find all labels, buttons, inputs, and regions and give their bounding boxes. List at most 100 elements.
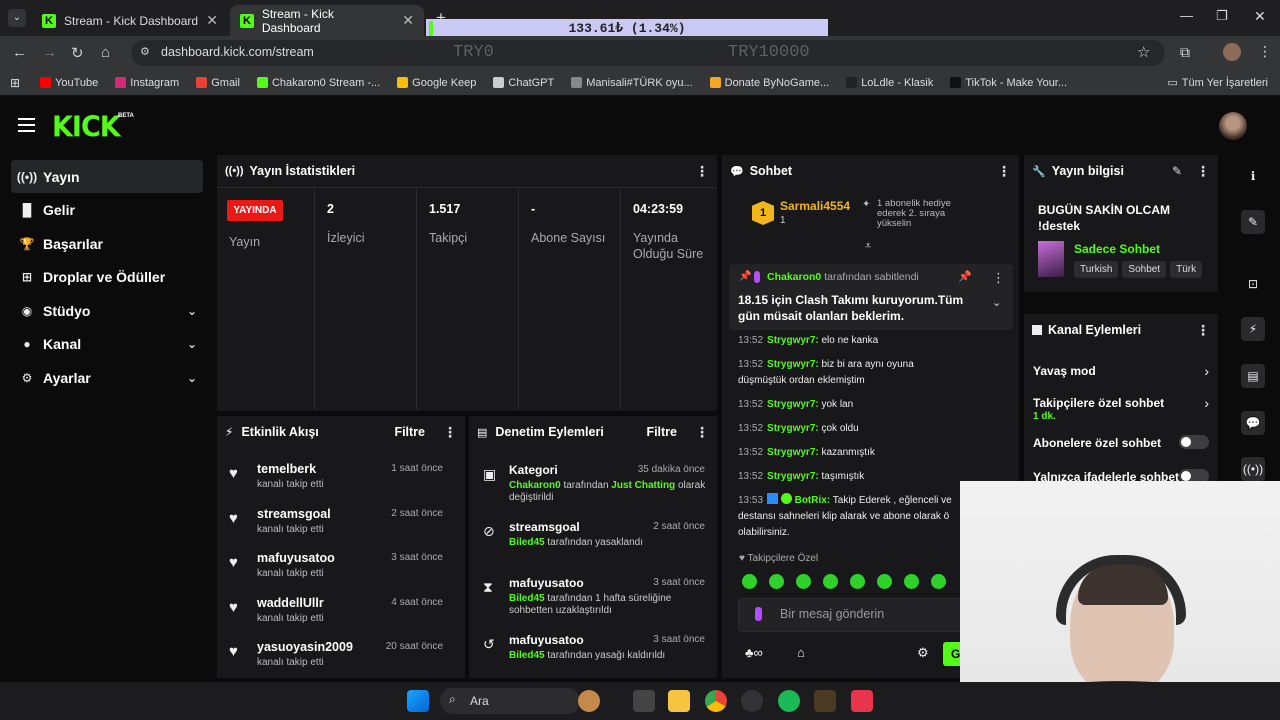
chevron-down-icon[interactable]: ⌄ [187,337,197,351]
menu-hamburger-icon[interactable] [18,118,35,132]
broadcast-icon[interactable]: ((•)) [1241,457,1265,481]
forward-icon[interactable]: → [42,44,57,61]
bookmark-item[interactable]: LoLdle - Klasik [846,77,933,89]
activity-username[interactable]: mafuyusatoo [257,551,335,565]
app-icon[interactable] [851,690,873,712]
sidebar-item-droplar-ve-ödüller[interactable]: ⊞ Droplar ve Ödüller [11,261,203,294]
mod-target[interactable]: mafuyusatoo [509,576,584,590]
more-options-icon[interactable]: ⋮ [992,270,1005,286]
chevron-down-icon[interactable]: ⌄ [187,304,197,318]
chat-username[interactable]: Strygwyr7: [767,399,819,410]
edit-icon[interactable]: ✎ [1172,164,1182,178]
store-icon[interactable]: ⌂ [797,645,805,660]
bookmark-star-icon[interactable]: ☆ [1137,43,1150,61]
sidebar-item-yayın[interactable]: ((•)) Yayın [11,160,203,193]
emote-icon[interactable] [904,574,919,589]
channel-action-item[interactable]: Yalnızca ifadelerle sohbet [1033,468,1211,482]
bookmark-item[interactable]: Google Keep [397,77,476,89]
mod-actor[interactable]: Biled45 [509,593,545,604]
quick-actions-icon[interactable]: ⚡ [1241,317,1265,341]
spotify-icon[interactable] [778,690,800,712]
chevron-down-icon[interactable]: ⌄ [187,371,197,385]
expand-pinned-icon[interactable]: ⌄ [992,296,1001,309]
taskbar-search[interactable] [440,688,580,714]
sidebar-item-gelir[interactable]: ▐▌ Gelir [11,194,203,227]
more-options-icon[interactable]: ⋮ [695,424,709,441]
sidebar-item-ayarlar[interactable]: ⚙ Ayarlar ⌄ [11,361,203,394]
more-options-icon[interactable]: ⋮ [695,163,709,180]
log-icon[interactable]: ▤ [1241,364,1265,388]
collapse-icon[interactable]: ⩡ [865,240,871,253]
user-avatar[interactable] [1219,112,1247,140]
mod-target[interactable]: Kategori [509,463,558,477]
top-gifter-name[interactable]: Sarmali4554 [780,199,850,213]
activity-username[interactable]: streamsgoal [257,507,331,521]
sidebar-item-kanal[interactable]: ● Kanal ⌄ [11,328,203,361]
chat-username[interactable]: Strygwyr7: [767,335,819,346]
emote-icon[interactable] [742,574,757,589]
tag-chip[interactable]: Türk [1170,261,1203,278]
tab-kick-dashboard-2[interactable]: K Stream - Kick Dashboard ✕ [230,5,424,36]
chrome-icon[interactable] [705,690,727,712]
bookmark-item[interactable]: Instagram [115,77,179,89]
back-icon[interactable]: ← [12,44,27,61]
kick-logo[interactable]: KICK [52,111,121,144]
bookmark-item[interactable]: Manisali#TÜRK oyu... [571,77,693,89]
toggle-switch[interactable] [1179,435,1209,449]
unpin-icon[interactable]: 📌 [958,270,972,283]
reload-icon[interactable]: ↻ [71,44,84,62]
bookmark-item[interactable]: YouTube [40,77,98,89]
close-tab-icon[interactable]: ✕ [402,12,414,29]
activity-username[interactable]: waddellUllr [257,596,324,610]
camera-icon[interactable]: ⊡ [1241,272,1265,296]
sidebar-item-stüdyo[interactable]: ◉ Stüdyo ⌄ [11,294,203,327]
maximize-icon[interactable]: ❐ [1216,8,1228,24]
moderation-filter-button[interactable]: Filtre [646,425,677,439]
profile-avatar[interactable] [1223,43,1241,61]
more-options-icon[interactable]: ⋮ [997,163,1011,180]
chat-username[interactable]: BotRix: [795,495,831,506]
bookmark-item[interactable]: ChatGPT [493,77,554,89]
edit-stream-icon[interactable]: ✎ [1241,210,1265,234]
close-tab-icon[interactable]: ✕ [206,12,218,29]
chat-username[interactable]: Strygwyr7: [767,423,819,434]
emote-icon[interactable] [769,574,784,589]
all-bookmarks-folder[interactable]: ▭ Tüm Yer İşaretleri [1167,76,1268,90]
task-view-icon[interactable] [633,690,655,712]
steam-icon[interactable] [741,690,763,712]
league-icon[interactable] [814,690,836,712]
chat-username[interactable]: Strygwyr7: [767,447,819,458]
tag-chip[interactable]: Sohbet [1122,261,1167,278]
emote-icon[interactable] [796,574,811,589]
site-info-icon[interactable]: ⚙ [140,45,150,58]
mod-actor[interactable]: Biled45 [509,537,545,548]
mod-actor[interactable]: Biled45 [509,650,545,661]
extensions-icon[interactable]: ⧉ [1180,44,1190,61]
more-options-icon[interactable]: ⋮ [443,424,457,441]
emote-icon[interactable] [877,574,892,589]
info-icon[interactable]: ℹ [1241,164,1265,188]
chat-icon[interactable]: 💬 [1241,411,1265,435]
tag-chip[interactable]: Turkish [1074,261,1119,278]
activity-filter-button[interactable]: Filtre [394,425,425,439]
chat-settings-icon[interactable]: ⚙ [917,645,929,661]
bookmark-item[interactable]: Gmail [196,77,240,89]
emote-icon[interactable] [931,574,946,589]
bookmark-item[interactable]: TikTok - Make Your... [950,77,1067,89]
chat-username[interactable]: Strygwyr7: [767,471,819,482]
emote-icon[interactable] [850,574,865,589]
activity-username[interactable]: temelberk [257,462,316,476]
more-options-icon[interactable]: ⋮ [1196,322,1210,339]
mod-target[interactable]: streamsgoal [509,520,580,534]
windows-start-icon[interactable] [407,690,429,712]
activity-username[interactable]: yasuoyasin2009 [257,640,353,654]
mod-actor[interactable]: Chakaron0 [509,480,561,491]
bookmark-item[interactable]: Donate ByNoGame... [709,77,829,89]
more-options-icon[interactable]: ⋮ [1196,163,1210,180]
close-window-icon[interactable]: ✕ [1254,8,1266,25]
tab-kick-dashboard-1[interactable]: K Stream - Kick Dashboard ✕ [32,5,228,36]
channel-action-item[interactable]: Abonelere özel sohbet [1033,434,1211,464]
chat-username[interactable]: Strygwyr7: [767,359,819,370]
emote-icon[interactable] [823,574,838,589]
minimize-icon[interactable]: — [1180,8,1193,23]
